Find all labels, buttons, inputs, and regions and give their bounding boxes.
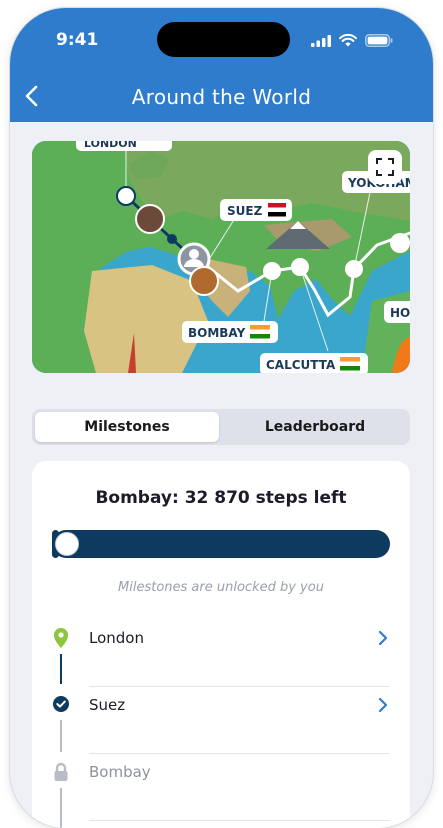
header-bar: 9:41 Around the World	[10, 8, 433, 122]
milestone-row-bombay: Bombay	[89, 754, 390, 821]
svg-text:SUEZ: SUEZ	[227, 204, 263, 218]
tab-leaderboard[interactable]: Leaderboard	[223, 412, 407, 442]
milestones-card: Bombay: 32 870 steps left Milestones are…	[32, 461, 410, 828]
map-label-suez: SUEZ	[220, 199, 292, 221]
signal-icon	[311, 34, 331, 47]
page-title: Around the World	[131, 85, 312, 109]
svg-text:CALCUTTA: CALCUTTA	[266, 358, 336, 372]
milestones-hint: Milestones are unlocked by you	[118, 580, 324, 595]
timeline-line-locked	[60, 788, 62, 828]
progress-knob	[55, 532, 79, 556]
lock-icon	[54, 762, 68, 781]
chevron-right-icon	[378, 630, 388, 646]
next-goal-text: Bombay: 32 870 steps left	[95, 488, 347, 508]
svg-text:LONDON: LONDON	[84, 141, 137, 150]
map-label-calcutta: CALCUTTA	[260, 353, 368, 373]
dynamic-island	[157, 22, 290, 57]
status-time: 9:41	[56, 30, 99, 50]
expand-map-button[interactable]	[368, 150, 402, 184]
milestone-name: Bombay	[89, 763, 151, 781]
row-divider	[89, 820, 390, 821]
timeline-line	[60, 654, 62, 684]
chevron-right-icon	[378, 697, 388, 713]
tab-milestones[interactable]: Milestones	[35, 412, 219, 442]
wifi-icon	[339, 34, 357, 47]
timeline-line-locked	[60, 720, 62, 752]
map-label-ho: HO	[384, 301, 410, 323]
route-map[interactable]: LONDON SUEZ YOKOHAMA BOMBAY	[32, 141, 410, 373]
milestone-name: Suez	[89, 696, 126, 714]
fullscreen-icon	[376, 158, 394, 176]
battery-icon	[365, 34, 393, 47]
svg-text:HO: HO	[390, 306, 410, 320]
milestone-row-suez[interactable]: Suez	[89, 687, 390, 754]
check-circle-icon	[53, 696, 69, 712]
map-label-bombay: BOMBAY	[182, 321, 278, 343]
progress-bar	[52, 530, 390, 558]
tab-switcher: Milestones Leaderboard	[32, 409, 410, 445]
svg-text:BOMBAY: BOMBAY	[188, 326, 246, 340]
milestone-name: London	[89, 629, 144, 647]
milestone-row-london[interactable]: London	[89, 620, 390, 687]
location-pin-icon	[54, 628, 68, 648]
phone-frame: 9:41 Around the World LONDON SUEZ BOMBAY…	[10, 8, 433, 828]
map-label-london: LONDON	[76, 141, 172, 151]
world-map: LONDON SUEZ YOKOHAMA BOMBAY	[32, 141, 410, 373]
status-icons	[311, 34, 393, 47]
